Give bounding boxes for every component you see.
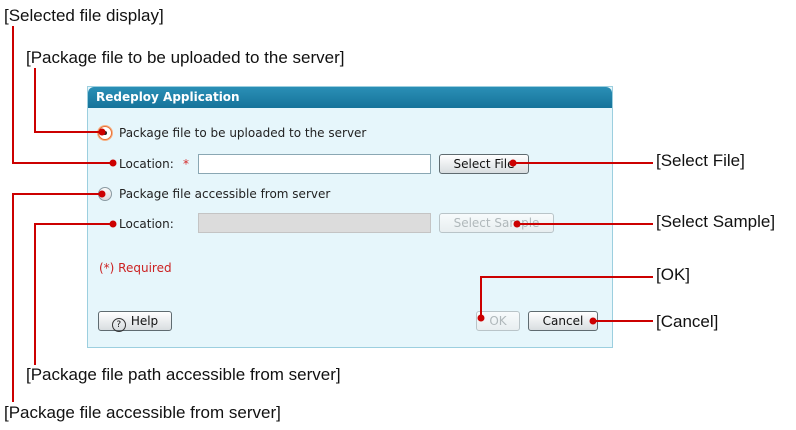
callout-select-sample: [Select Sample]: [656, 212, 776, 231]
location-input-upload[interactable]: [198, 154, 431, 174]
ok-button[interactable]: OK: [476, 311, 520, 331]
callout-package-file-upload: [Package file to be uploaded to the serv…: [26, 48, 345, 67]
callout-package-file-path-accessible: [Package file path accessible from serve…: [26, 365, 341, 384]
callout-cancel: [Cancel]: [656, 312, 719, 331]
required-note: (*) Required: [99, 261, 172, 275]
select-file-button[interactable]: Select File: [439, 154, 529, 174]
radio-server-package-label: Package file accessible from server: [119, 187, 331, 201]
required-star: *: [183, 157, 189, 171]
redeploy-dialog: Redeploy Application Package file to be …: [87, 86, 613, 348]
callout-selected-file-display: [Selected file display]: [4, 6, 164, 25]
cancel-button[interactable]: Cancel: [528, 311, 598, 331]
help-button-label: Help: [130, 314, 159, 328]
dialog-title: Redeploy Application: [88, 87, 612, 108]
callout-package-file-accessible: [Package file accessible from server]: [4, 403, 281, 422]
location-label-1: Location:: [119, 157, 174, 171]
help-icon: ?: [111, 318, 126, 332]
callout-ok: [OK]: [656, 265, 691, 284]
location-label-2: Location:: [119, 217, 174, 231]
radio-upload-package-label: Package file to be uploaded to the serve…: [119, 126, 367, 140]
select-sample-button[interactable]: Select Sample: [439, 213, 554, 233]
location-input-server[interactable]: [198, 213, 431, 233]
radio-upload-package[interactable]: [98, 126, 112, 140]
callout-select-file: [Select File]: [656, 151, 745, 170]
help-button[interactable]: ? Help: [98, 311, 172, 332]
radio-server-package[interactable]: [98, 187, 112, 201]
